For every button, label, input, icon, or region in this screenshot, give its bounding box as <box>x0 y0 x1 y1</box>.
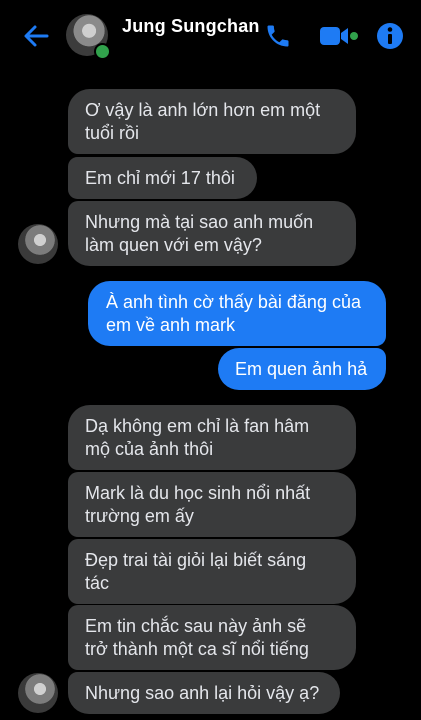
message-thread: Ơ vậy là anh lớn hơn em một tuổi rồi Em … <box>0 0 421 720</box>
message-text: Nhưng mà tại sao anh muốn làm quen với e… <box>85 212 314 255</box>
message-bubble-incoming[interactable]: Em chỉ mới 17 thôi <box>68 157 257 199</box>
message-bubble-incoming[interactable]: Đẹp trai tài giỏi lại biết sáng tác <box>68 539 356 604</box>
message-text: À anh tình cờ thấy bài đăng của em về an… <box>106 292 361 335</box>
message-bubble-incoming[interactable]: Mark là du học sinh nổi nhất trường em ấ… <box>68 472 356 537</box>
message-text: Ơ vậy là anh lớn hơn em một tuổi rồi <box>85 100 321 143</box>
message-bubble-incoming[interactable]: Nhưng mà tại sao anh muốn làm quen với e… <box>68 201 356 266</box>
message-text: Đẹp trai tài giỏi lại biết sáng tác <box>85 550 307 593</box>
message-bubble-incoming[interactable]: Nhưng sao anh lại hỏi vậy ạ? <box>68 672 340 714</box>
message-text: Em chỉ mới 17 thôi <box>85 168 235 188</box>
message-text: Mark là du học sinh nổi nhất trường em ấ… <box>85 483 311 526</box>
message-bubble-incoming[interactable]: Dạ không em chỉ là fan hâm mộ của ảnh th… <box>68 405 356 470</box>
contact-avatar-small[interactable] <box>18 224 58 264</box>
message-text: Dạ không em chỉ là fan hâm mộ của ảnh th… <box>85 416 310 459</box>
contact-avatar-small[interactable] <box>18 673 58 713</box>
message-bubble-outgoing[interactable]: Em quen ảnh hả <box>218 348 386 390</box>
message-text: Em quen ảnh hả <box>235 359 368 379</box>
message-bubble-outgoing[interactable]: À anh tình cờ thấy bài đăng của em về an… <box>88 281 386 346</box>
message-text: Em tin chắc sau này ảnh sẽ trở thành một… <box>85 616 309 659</box>
message-text: Nhưng sao anh lại hỏi vậy ạ? <box>85 683 320 703</box>
message-bubble-incoming[interactable]: Ơ vậy là anh lớn hơn em một tuổi rồi <box>68 89 356 154</box>
message-bubble-incoming[interactable]: Em tin chắc sau này ảnh sẽ trở thành một… <box>68 605 356 670</box>
